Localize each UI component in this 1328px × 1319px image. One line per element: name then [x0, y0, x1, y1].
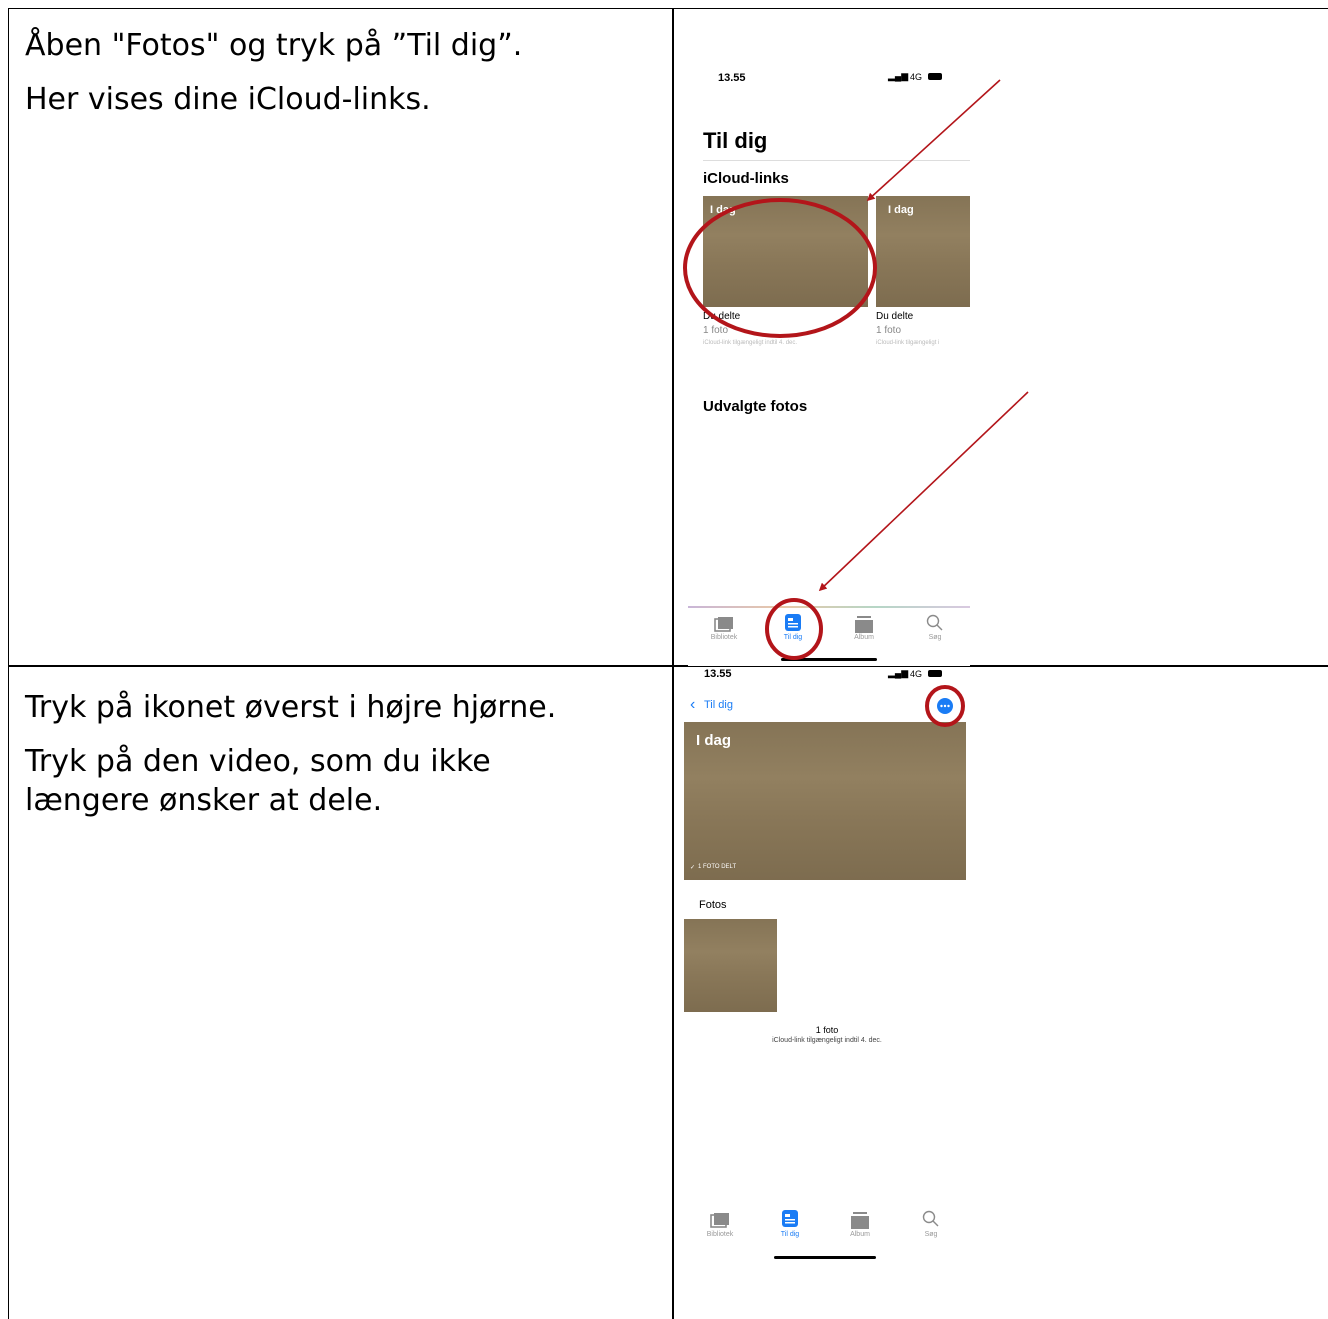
annotation-arrow	[818, 391, 1029, 592]
annotation-overlay	[683, 79, 1029, 727]
highlight-circle	[925, 685, 965, 727]
highlight-circle	[683, 198, 877, 338]
annotation-arrow	[866, 79, 1001, 202]
highlight-circle	[765, 598, 823, 660]
